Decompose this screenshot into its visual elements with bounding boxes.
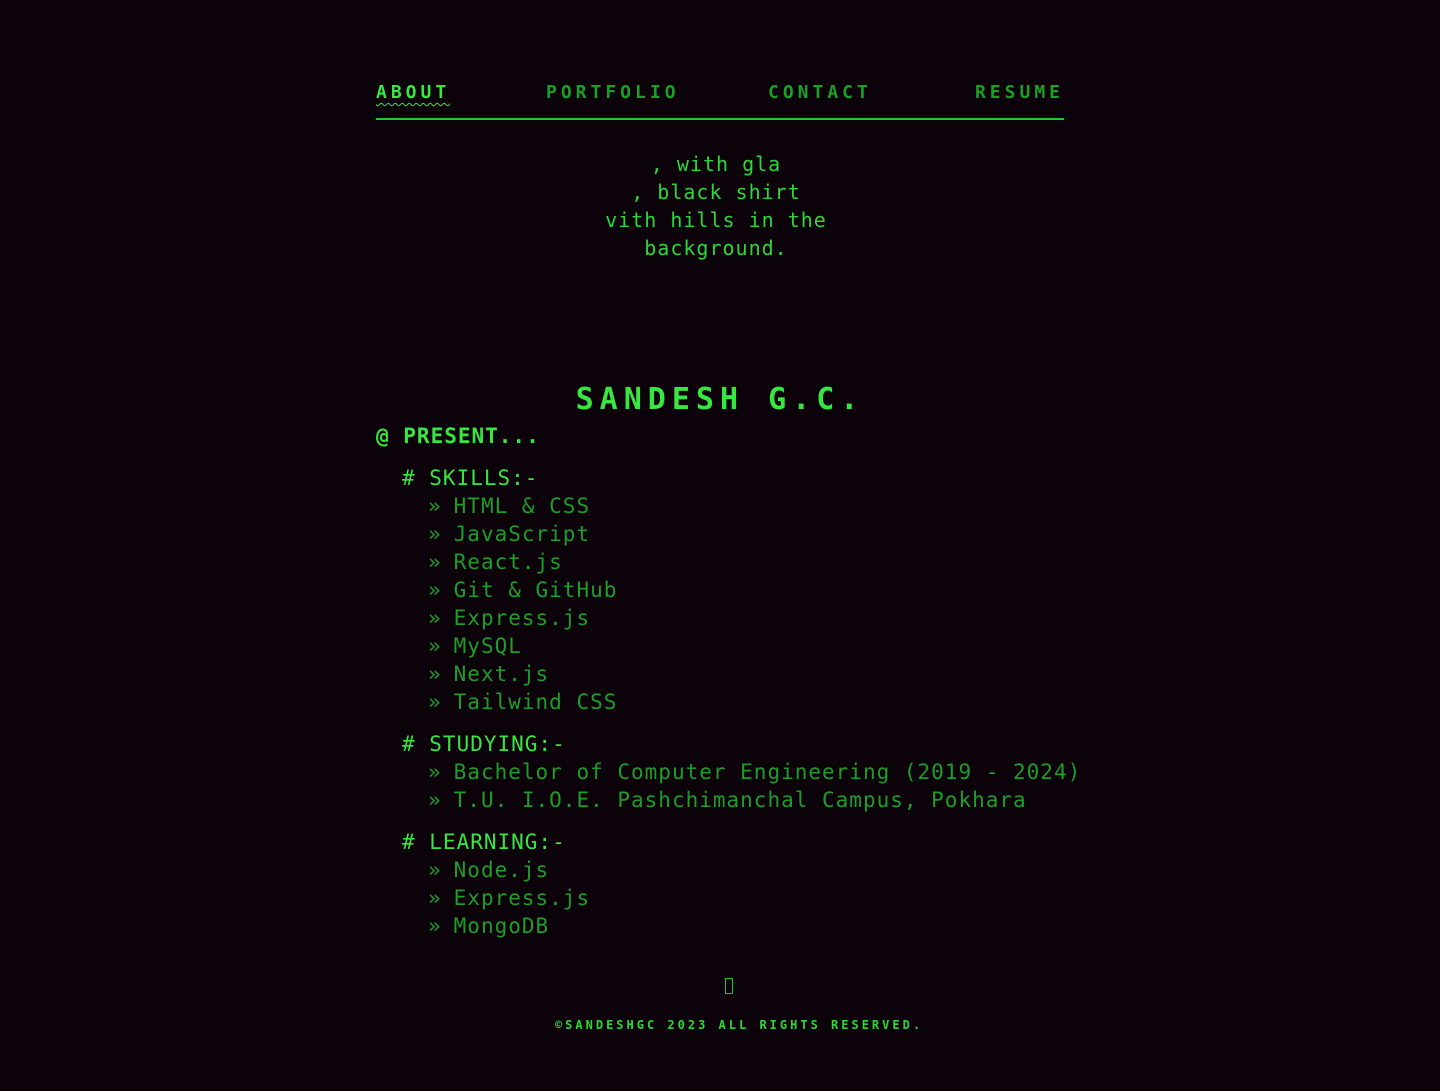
learning-list: » Node.js » Express.js » MongoDB [402,856,590,940]
broken-glyph-icon [376,978,1064,999]
list-item-text: MongoDB [453,914,550,938]
bullet-icon: » [428,788,442,812]
list-item-text: Bachelor of Computer Engineering (2019 -… [453,760,1082,784]
bullet-icon: » [428,634,442,658]
learning-section: # LEARNING:- » Node.js » Express.js » MongoDB [402,828,590,940]
list-item-text: Git & GitHub [453,578,618,602]
main-nav: ABOUT PORTFOLIO CONTACT RESUME [376,80,1064,120]
list-item: » Node.js [402,856,590,884]
bullet-icon: » [428,522,442,546]
list-item-text: MySQL [453,634,522,658]
list-item: » React.js [402,548,617,576]
nav-link-about[interactable]: ABOUT [376,82,450,104]
list-item-text: Tailwind CSS [453,690,618,714]
list-item: » T.U. I.O.E. Pashchimanchal Campus, Pokh… [402,786,1081,814]
skills-list: » HTML & CSS » JavaScript » React.js » Git & Gi… [402,492,617,716]
list-item: » Tailwind CSS [402,688,617,716]
list-item: » Git & GitHub [402,576,617,604]
bullet-icon: » [428,690,442,714]
studying-title: # STUDYING:- [402,732,566,756]
bullet-icon: » [428,662,442,686]
list-item-text: Next.js [453,662,550,686]
bullet-icon: » [428,858,442,882]
list-item: » Next.js [402,660,617,688]
nav-link-portfolio[interactable]: PORTFOLIO [546,82,680,104]
alt-line: , with gla [650,152,782,176]
list-item: » Bachelor of Computer Engineering (2019 … [402,758,1081,786]
learning-title: # LEARNING:- [402,830,566,854]
skills-section: # SKILLS:- » HTML & CSS » JavaScript » React.… [402,464,617,716]
list-item-text: React.js [453,550,563,574]
present-heading: @ PRESENT... [376,424,540,448]
profile-image: , with gla , black shirt vith hills in t… [606,150,828,270]
alt-line: , black shirt [631,180,801,204]
list-item-text: HTML & CSS [453,494,591,518]
list-item-text: Node.js [453,858,550,882]
studying-list: » Bachelor of Computer Engineering (2019 … [402,758,1081,814]
bullet-icon: » [428,760,442,784]
nav-link-resume[interactable]: RESUME [975,82,1064,104]
list-item: » Express.js [402,604,617,632]
bullet-icon: » [428,606,442,630]
list-item: » Express.js [402,884,590,912]
list-item-text: JavaScript [453,522,591,546]
alt-line: background. [644,236,788,260]
studying-section: # STUDYING:- » Bachelor of Computer Engin… [402,730,1081,814]
footer-copyright: ©SANDESHGC 2023 ALL RIGHTS RESERVED. [554,1018,924,1032]
bullet-icon: » [428,886,442,910]
list-item-text: T.U. I.O.E. Pashchimanchal Campus, Pokha… [453,788,1027,812]
list-item-text: Express.js [453,886,591,910]
list-item: » MySQL [402,632,617,660]
profile-name: SANDESH G.C. [575,382,865,417]
bullet-icon: » [428,914,442,938]
bullet-icon: » [428,550,442,574]
profile-image-alt-text: , with gla , black shirt vith hills in t… [606,150,828,262]
skills-title: # SKILLS:- [402,466,539,490]
list-item: » HTML & CSS [402,492,617,520]
list-item-text: Express.js [453,606,591,630]
bullet-icon: » [428,494,442,518]
list-item: » MongoDB [402,912,590,940]
bullet-icon: » [428,578,442,602]
nav-link-contact[interactable]: CONTACT [768,82,872,104]
alt-line: vith hills in the [606,208,827,232]
list-item: » JavaScript [402,520,617,548]
